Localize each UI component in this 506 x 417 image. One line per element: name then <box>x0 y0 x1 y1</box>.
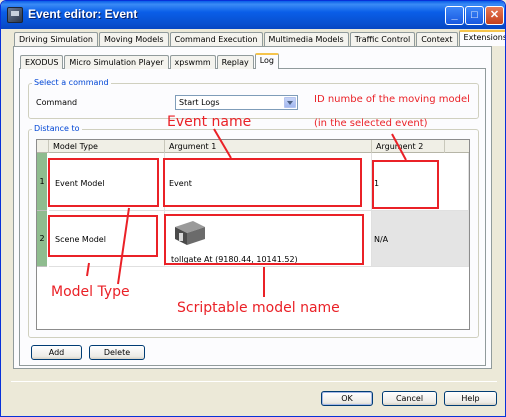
annotation-event-name: Event name <box>167 114 252 130</box>
event-editor-window: Event editor: Event _ □ ✕ Driving Simula… <box>0 0 506 417</box>
annotation-id-line2: (in the selected event) <box>314 118 428 129</box>
annotation-id-line1: ID numbe of the moving model <box>314 94 470 105</box>
annotation-model-type: Model Type <box>51 284 130 300</box>
annotation-lines <box>86 128 407 297</box>
annotation-scriptable-name: Scriptable model name <box>177 300 340 316</box>
